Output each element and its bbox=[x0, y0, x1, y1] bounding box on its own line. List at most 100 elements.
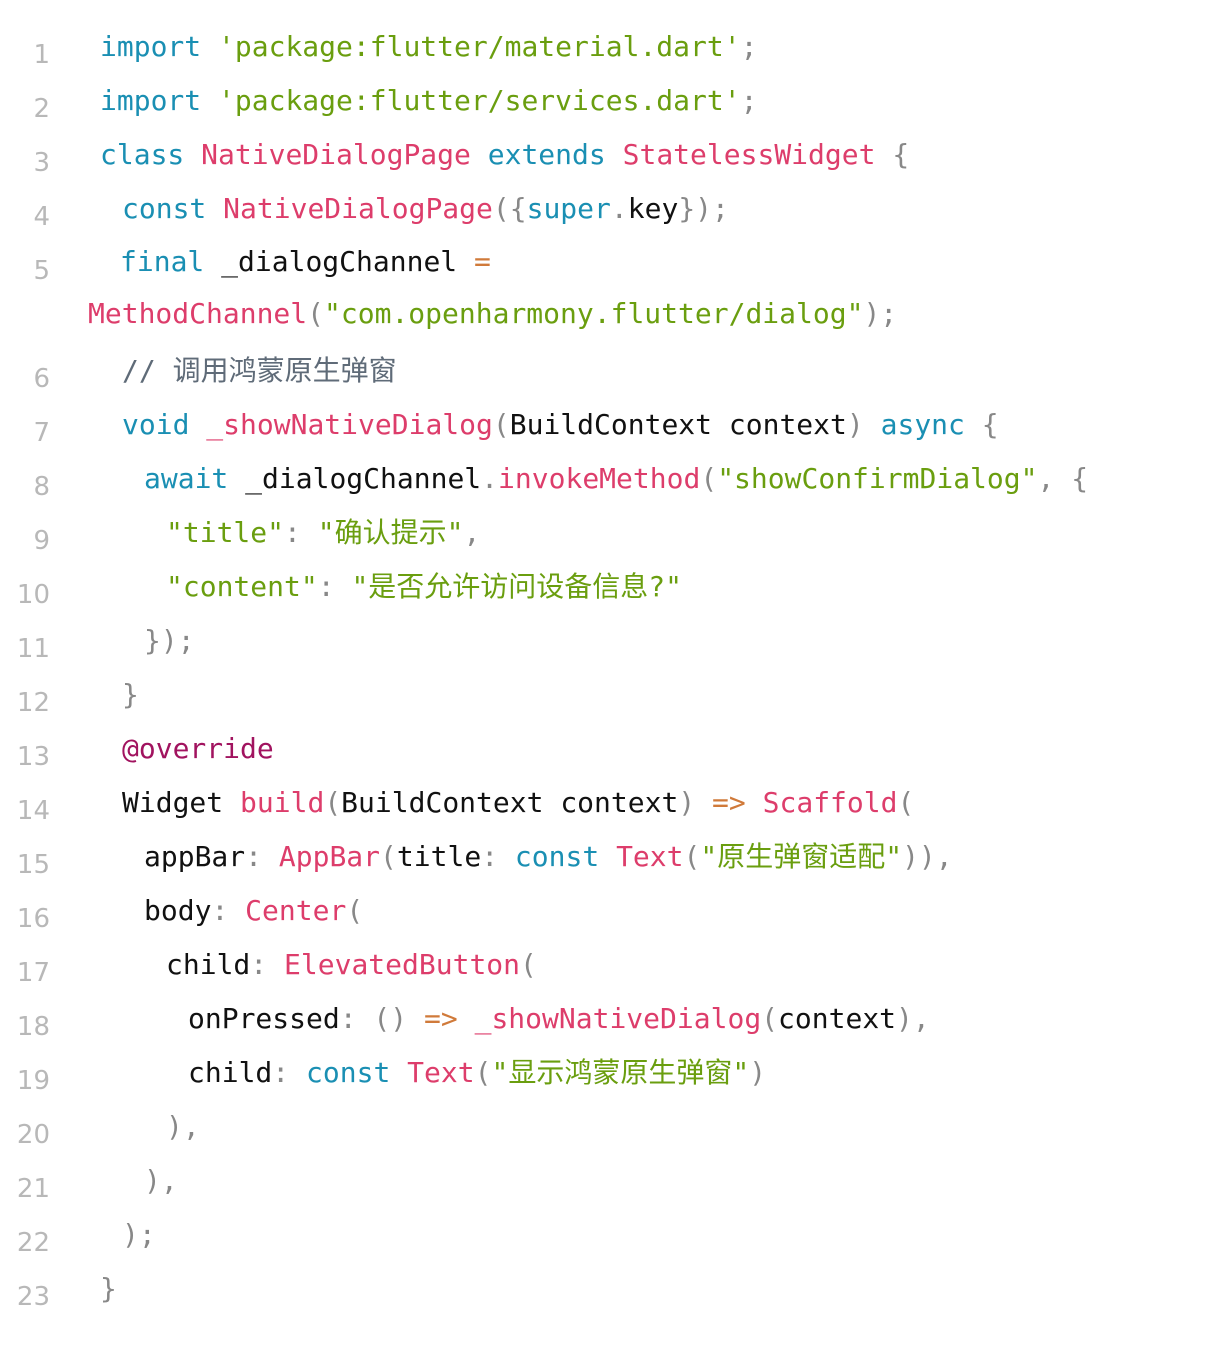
code-token: } bbox=[100, 1272, 117, 1305]
line-number: 6 bbox=[33, 364, 50, 394]
line-number: 15 bbox=[16, 850, 50, 880]
code-text: body: Center( bbox=[144, 884, 1218, 938]
line-number: 23 bbox=[16, 1282, 50, 1312]
code-line[interactable]: 6 // 调用鸿蒙原生弹窗 bbox=[0, 344, 1218, 398]
code-token: ); bbox=[122, 1218, 156, 1251]
code-text: const NativeDialogPage({super.key}); bbox=[122, 182, 1202, 236]
code-token: ( bbox=[700, 462, 718, 495]
code-text: ); bbox=[122, 1208, 1202, 1262]
code-line[interactable]: 2 import 'package:flutter/services.dart'; bbox=[0, 74, 1218, 128]
code-line[interactable]: 19 child: const Text("显示鸿蒙原生弹窗") bbox=[0, 1046, 1218, 1100]
code-line[interactable]: 16 body: Center( bbox=[0, 884, 1218, 938]
code-token: "showConfirmDialog" bbox=[717, 462, 1038, 495]
code-text: } bbox=[100, 1262, 1180, 1316]
code-token: StatelessWidget bbox=[622, 138, 876, 171]
code-token: ( bbox=[324, 786, 342, 819]
code-token: child bbox=[166, 948, 251, 981]
code-token: ) bbox=[749, 1056, 767, 1089]
code-token: @override bbox=[122, 732, 274, 765]
code-token: ), bbox=[166, 1110, 200, 1143]
code-line[interactable]: 12} bbox=[0, 668, 1218, 722]
code-token: body bbox=[144, 894, 212, 927]
code-token: ( bbox=[897, 786, 915, 819]
code-token: { bbox=[892, 138, 910, 171]
code-text: child: const Text("显示鸿蒙原生弹窗") bbox=[188, 1046, 1218, 1100]
code-token: : bbox=[317, 570, 352, 603]
code-token: final bbox=[120, 245, 205, 278]
code-line[interactable]: 9 "title": "确认提示", bbox=[0, 506, 1218, 560]
code-line[interactable]: 1 import 'package:flutter/material.dart'; bbox=[0, 20, 1218, 74]
code-token: = bbox=[474, 245, 491, 278]
code-token: : bbox=[481, 840, 515, 873]
code-token: : bbox=[284, 516, 318, 549]
line-number: 9 bbox=[33, 526, 50, 556]
line-number: 7 bbox=[33, 418, 50, 448]
code-line[interactable]: 20), bbox=[0, 1100, 1218, 1154]
line-number: 8 bbox=[33, 472, 50, 502]
code-token: "是否允许访问设备信息?" bbox=[351, 570, 683, 603]
code-line[interactable]: 17 child: ElevatedButton( bbox=[0, 938, 1218, 992]
code-text: void _showNativeDialog(BuildContext cont… bbox=[122, 398, 1202, 452]
code-token: child bbox=[188, 1056, 273, 1089]
line-number: 21 bbox=[16, 1174, 50, 1204]
code-token: , bbox=[463, 516, 481, 549]
code-token: super bbox=[526, 192, 611, 225]
code-text: child: ElevatedButton( bbox=[166, 938, 1218, 992]
code-token: Text bbox=[407, 1056, 475, 1089]
code-token: import bbox=[100, 30, 202, 63]
code-line[interactable]: 15 appBar: AppBar(title: const Text("原生弹窗… bbox=[0, 830, 1218, 884]
code-token: class bbox=[100, 138, 185, 171]
code-text: class NativeDialogPage extends Stateless… bbox=[100, 128, 1180, 182]
code-line[interactable]: 5 final _dialogChannel = MethodChannel("c… bbox=[0, 236, 1218, 344]
code-token: _dialogChannel bbox=[228, 462, 482, 495]
code-line[interactable]: 11}); bbox=[0, 614, 1218, 668]
code-token: key bbox=[627, 192, 679, 225]
code-token: _showNativeDialog bbox=[206, 408, 493, 441]
code-token: }); bbox=[144, 624, 195, 657]
code-line[interactable]: 8 await _dialogChannel.invokeMethod("show… bbox=[0, 452, 1218, 506]
code-token: 'package:flutter/services.dart' bbox=[218, 84, 741, 117]
code-token: => bbox=[424, 1002, 458, 1035]
code-line[interactable]: 3 class NativeDialogPage extends Stateles… bbox=[0, 128, 1218, 182]
code-token: . bbox=[610, 192, 628, 225]
code-token: void bbox=[122, 408, 190, 441]
line-number: 19 bbox=[16, 1066, 50, 1096]
code-token: . bbox=[481, 462, 499, 495]
code-token: Scaffold bbox=[762, 786, 898, 819]
code-token: async bbox=[880, 408, 965, 441]
line-number: 20 bbox=[16, 1120, 50, 1150]
code-line[interactable]: 4 const NativeDialogPage({super.key}); bbox=[0, 182, 1218, 236]
code-text: }); bbox=[144, 614, 1218, 668]
code-text: import 'package:flutter/services.dart'; bbox=[100, 74, 1180, 128]
code-token: ( bbox=[380, 840, 397, 873]
code-text: // 调用鸿蒙原生弹窗 bbox=[122, 344, 1202, 398]
code-line[interactable]: 23} bbox=[0, 1262, 1218, 1316]
code-token: BuildContext context bbox=[341, 786, 679, 819]
code-line[interactable]: 13 @override bbox=[0, 722, 1218, 776]
code-token: AppBar bbox=[278, 840, 381, 873]
code-line[interactable]: 22); bbox=[0, 1208, 1218, 1262]
code-token: context bbox=[778, 1002, 897, 1035]
code-token: : bbox=[250, 948, 285, 981]
code-token: , { bbox=[1037, 462, 1089, 495]
code-token: }); bbox=[678, 192, 729, 225]
code-line[interactable]: 14 Widget build(BuildContext context) => … bbox=[0, 776, 1218, 830]
code-text: ), bbox=[166, 1100, 1218, 1154]
code-token: "显示鸿蒙原生弹窗" bbox=[491, 1056, 750, 1089]
line-number: 5 bbox=[33, 256, 50, 286]
code-line[interactable]: 10 "content": "是否允许访问设备信息?" bbox=[0, 560, 1218, 614]
code-line[interactable]: 21), bbox=[0, 1154, 1218, 1208]
code-line[interactable]: 18 onPressed: () => _showNativeDialog(con… bbox=[0, 992, 1218, 1046]
code-token: ; bbox=[740, 30, 758, 63]
code-line[interactable]: 7 void _showNativeDialog(BuildContext con… bbox=[0, 398, 1218, 452]
code-editor[interactable]: 1 import 'package:flutter/material.dart';… bbox=[0, 20, 1218, 1316]
line-number: 10 bbox=[16, 580, 50, 610]
